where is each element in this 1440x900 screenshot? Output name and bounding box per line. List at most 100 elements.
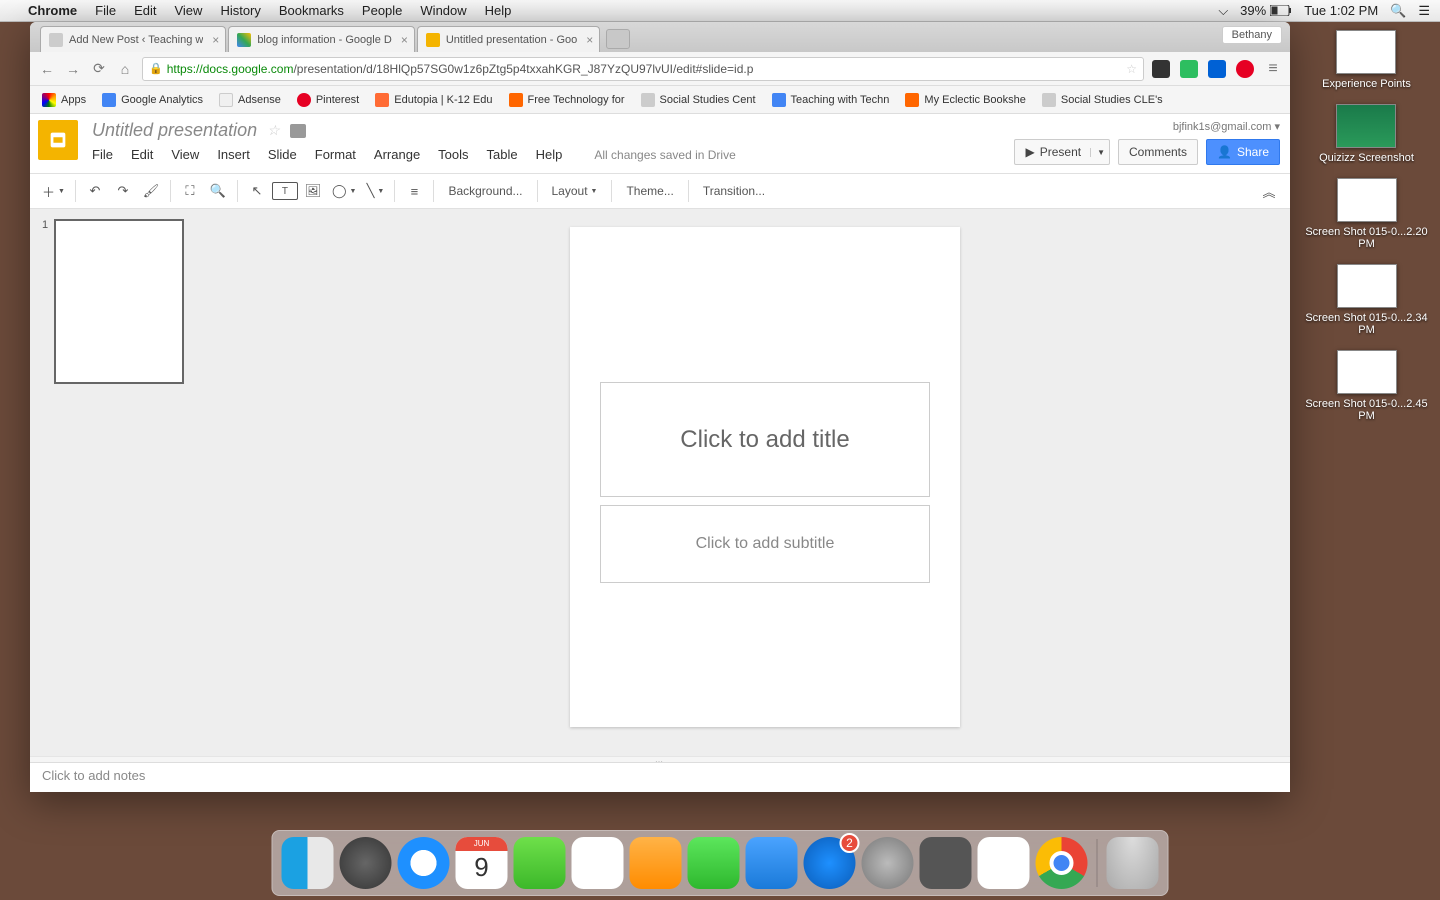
speaker-notes-input[interactable]: Click to add notes — [30, 762, 1290, 792]
chrome-icon[interactable] — [1036, 837, 1088, 889]
bookmark-item[interactable]: Free Technology for — [503, 91, 631, 109]
calculator-icon[interactable] — [920, 837, 972, 889]
safari-icon[interactable] — [398, 837, 450, 889]
bookmark-item[interactable]: Teaching with Techn — [766, 91, 896, 109]
account-email[interactable]: bjfink1s@gmail.com ▾ — [1014, 120, 1280, 133]
reload-button[interactable]: ⟳ — [90, 60, 108, 78]
select-tool-button[interactable]: ↖ — [244, 178, 270, 204]
numbers-icon[interactable] — [688, 837, 740, 889]
home-button[interactable]: ⌂ — [116, 60, 134, 78]
present-button[interactable]: ▶ Present▼ — [1014, 139, 1110, 165]
clock[interactable]: Tue 1:02 PM — [1304, 3, 1378, 18]
menu-arrange[interactable]: Arrange — [374, 147, 420, 162]
menu-table[interactable]: Table — [487, 147, 518, 162]
dropbox-icon[interactable]: ⌵ — [1218, 3, 1228, 19]
notifications-icon[interactable]: ☰ — [1418, 3, 1430, 19]
menu-edit[interactable]: Edit — [134, 3, 156, 18]
bookmark-item[interactable]: Social Studies CLE's — [1036, 91, 1169, 109]
menu-edit[interactable]: Edit — [131, 147, 153, 162]
doc-title-input[interactable]: Untitled presentation — [92, 120, 257, 141]
finder-icon[interactable] — [282, 837, 334, 889]
app-name[interactable]: Chrome — [28, 3, 77, 18]
slide[interactable]: Click to add title Click to add subtitle — [570, 227, 960, 727]
theme-button[interactable]: Theme... — [618, 178, 681, 204]
menu-insert[interactable]: Insert — [217, 147, 250, 162]
bookmark-item[interactable]: Social Studies Cent — [635, 91, 762, 109]
bookmark-item[interactable]: Edutopia | K-12 Edu — [369, 91, 498, 109]
menu-people[interactable]: People — [362, 3, 402, 18]
bookmark-item[interactable]: My Eclectic Bookshe — [899, 91, 1031, 109]
textbox-button[interactable]: T — [272, 182, 298, 200]
menu-tools[interactable]: Tools — [438, 147, 468, 162]
extension-icon[interactable] — [1180, 60, 1198, 78]
desktop-file[interactable]: Screen Shot 015-0...2.45 PM — [1299, 350, 1434, 422]
menu-slide[interactable]: Slide — [268, 147, 297, 162]
move-folder-icon[interactable] — [290, 124, 306, 138]
close-tab-icon[interactable]: × — [212, 33, 219, 47]
appstore-icon[interactable]: 2 — [804, 837, 856, 889]
pages-icon[interactable] — [630, 837, 682, 889]
layout-button[interactable]: Layout▼ — [544, 178, 606, 204]
browser-tab[interactable]: Untitled presentation - Goo× — [417, 26, 600, 52]
collapse-toolbar-icon[interactable]: ︽ — [1256, 178, 1282, 204]
zoom-fit-button[interactable]: ⛶ — [177, 178, 203, 204]
trash-icon[interactable] — [1107, 837, 1159, 889]
close-tab-icon[interactable]: × — [401, 33, 408, 47]
slide-thumbnail[interactable] — [54, 219, 184, 384]
undo-button[interactable]: ↶ — [82, 178, 108, 204]
shape-button[interactable]: ◯▼ — [328, 178, 361, 204]
calendar-icon[interactable] — [456, 837, 508, 889]
menu-bookmarks[interactable]: Bookmarks — [279, 3, 344, 18]
line-button[interactable]: ╲▼ — [362, 178, 388, 204]
menu-view[interactable]: View — [171, 147, 199, 162]
star-doc-icon[interactable]: ☆ — [267, 122, 280, 139]
launchpad-icon[interactable] — [340, 837, 392, 889]
extension-icon[interactable] — [1152, 60, 1170, 78]
slides-logo-icon[interactable] — [38, 120, 78, 160]
slide-filmstrip[interactable]: 1 — [30, 209, 240, 756]
twitter-icon[interactable] — [978, 837, 1030, 889]
image-button[interactable]: 🖼 — [300, 178, 326, 204]
desktop-file[interactable]: Screen Shot 015-0...2.34 PM — [1299, 264, 1434, 336]
align-button[interactable]: ≡ — [401, 178, 427, 204]
forward-button[interactable]: → — [64, 60, 82, 78]
menu-help[interactable]: Help — [485, 3, 512, 18]
extension-icon[interactable] — [1208, 60, 1226, 78]
desktop-file[interactable]: Quizizz Screenshot — [1319, 104, 1414, 164]
background-button[interactable]: Background... — [440, 178, 530, 204]
bookmark-apps[interactable]: Apps — [36, 91, 92, 109]
menu-file[interactable]: File — [92, 147, 113, 162]
zoom-button[interactable]: 🔍 — [205, 178, 231, 204]
facetime-icon[interactable] — [514, 837, 566, 889]
keynote-icon[interactable] — [746, 837, 798, 889]
battery-indicator[interactable]: 39% — [1240, 3, 1292, 18]
menu-file[interactable]: File — [95, 3, 116, 18]
spotlight-icon[interactable]: 🔍 — [1390, 3, 1406, 19]
slide-canvas[interactable]: Click to add title Click to add subtitle — [240, 209, 1290, 756]
desktop-file[interactable]: Screen Shot 015-0...2.20 PM — [1299, 178, 1434, 250]
bookmark-item[interactable]: Adsense — [213, 91, 287, 109]
close-tab-icon[interactable]: × — [586, 33, 593, 47]
share-button[interactable]: 👤 Share — [1206, 139, 1280, 165]
title-placeholder[interactable]: Click to add title — [600, 382, 930, 497]
menu-view[interactable]: View — [174, 3, 202, 18]
redo-button[interactable]: ↷ — [110, 178, 136, 204]
browser-tab[interactable]: Add New Post ‹ Teaching w× — [40, 26, 226, 52]
subtitle-placeholder[interactable]: Click to add subtitle — [600, 505, 930, 583]
photos-icon[interactable] — [572, 837, 624, 889]
comments-button[interactable]: Comments — [1118, 139, 1198, 165]
bookmark-star-icon[interactable]: ☆ — [1126, 62, 1137, 76]
menu-window[interactable]: Window — [420, 3, 466, 18]
address-bar[interactable]: 🔒 https://docs.google.com/presentation/d… — [142, 57, 1144, 81]
chrome-menu-icon[interactable]: ≡ — [1264, 60, 1282, 78]
pinterest-icon[interactable] — [1236, 60, 1254, 78]
desktop-file[interactable]: Experience Points — [1322, 30, 1411, 90]
new-slide-button[interactable]: ＋▼ — [38, 178, 69, 204]
bookmark-item[interactable]: Pinterest — [291, 91, 365, 109]
browser-tab[interactable]: blog information - Google D× — [228, 26, 415, 52]
new-tab-button[interactable] — [606, 29, 630, 49]
transition-button[interactable]: Transition... — [695, 178, 773, 204]
menu-help[interactable]: Help — [536, 147, 563, 162]
profile-button[interactable]: Bethany — [1222, 26, 1282, 44]
back-button[interactable]: ← — [38, 60, 56, 78]
